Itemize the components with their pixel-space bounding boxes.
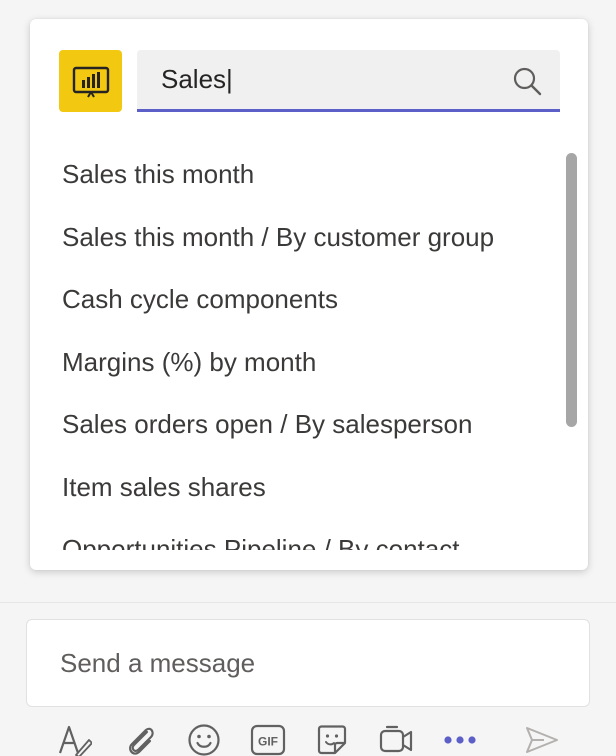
divider — [0, 602, 616, 603]
send-icon — [526, 727, 558, 753]
list-item[interactable]: Sales orders open / By salesperson — [30, 393, 560, 456]
attach-button[interactable] — [120, 722, 160, 756]
search-input[interactable] — [161, 50, 501, 109]
emoji-icon — [188, 724, 220, 756]
list-item[interactable]: Opportunities Pipeline / By contact — [30, 518, 560, 550]
list-item[interactable]: Sales this month — [30, 143, 560, 206]
gif-icon: GIF — [250, 724, 286, 756]
emoji-button[interactable] — [184, 722, 224, 756]
message-input[interactable] — [60, 620, 540, 706]
more-options-icon — [444, 736, 476, 744]
list-item[interactable]: Cash cycle components — [30, 268, 560, 331]
scrollbar-thumb[interactable] — [566, 153, 577, 427]
search-box — [137, 50, 560, 112]
meet-now-icon — [379, 725, 413, 753]
messaging-extension-popup: Sales this month Sales this month / By c… — [30, 19, 588, 570]
more-options-button[interactable] — [440, 722, 480, 756]
search-icon[interactable] — [512, 66, 542, 96]
compose-toolbar: GIF — [0, 718, 616, 756]
chat-page: Sales this month Sales this month / By c… — [0, 0, 616, 756]
sticker-icon — [317, 725, 347, 755]
list-item[interactable]: Sales this month / By customer group — [30, 206, 560, 269]
gif-button[interactable]: GIF — [248, 722, 288, 756]
list-item[interactable]: Margins (%) by month — [30, 331, 560, 394]
power-bi-app-icon[interactable] — [59, 50, 122, 112]
format-icon — [58, 725, 92, 756]
power-bi-icon — [72, 66, 109, 98]
meet-now-button[interactable] — [376, 722, 416, 756]
gif-label: GIF — [258, 735, 278, 749]
format-button[interactable] — [54, 722, 94, 756]
send-button[interactable] — [522, 722, 562, 756]
attach-icon — [129, 727, 154, 755]
results-list: Sales this month Sales this month / By c… — [30, 143, 560, 550]
sticker-button[interactable] — [312, 722, 352, 756]
list-item[interactable]: Item sales shares — [30, 456, 560, 519]
message-composer — [26, 619, 590, 707]
